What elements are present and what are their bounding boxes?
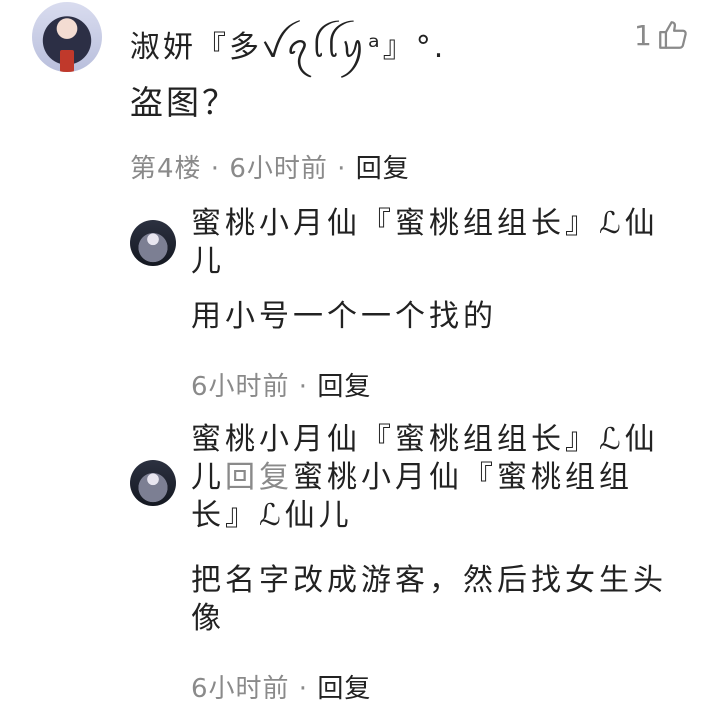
reply-author[interactable]: 蜜桃小月仙『蜜桃组组长』ℒ仙儿 <box>191 205 681 281</box>
reply-button[interactable]: 回复 <box>317 372 371 402</box>
reply-author-name[interactable]: 蜜桃小月仙『蜜桃组组长』ℒ仙儿 <box>191 206 659 279</box>
comment-meta: 第4楼 · 6小时前 · 回复 <box>130 148 410 185</box>
reply-avatar[interactable] <box>130 220 176 266</box>
reply-time: 6小时前 <box>191 674 290 704</box>
avatar[interactable] <box>32 2 102 72</box>
reply-meta: 6小时前 · 回复 <box>191 668 371 705</box>
reply-meta: 6小时前 · 回复 <box>191 366 371 403</box>
meta-separator: · <box>289 674 318 704</box>
reply-avatar[interactable] <box>130 460 176 506</box>
comment-username[interactable]: 淑妍『多ꪜꪖꪶꪶꪗᵃ』°. <box>130 18 446 81</box>
reply-word: 回复 <box>225 460 293 495</box>
meta-separator: · <box>201 154 230 184</box>
meta-separator: · <box>289 372 318 402</box>
reply-header: 蜜桃小月仙『蜜桃组组长』ℒ仙儿回复蜜桃小月仙『蜜桃组组长』ℒ仙儿 <box>191 421 681 535</box>
reply-button[interactable]: 回复 <box>356 154 410 184</box>
comment-time: 6小时前 <box>229 154 328 184</box>
reply-button[interactable]: 回复 <box>317 674 371 704</box>
reply-text: 用小号一个一个找的 <box>191 299 497 334</box>
floor-label: 第4楼 <box>130 154 202 184</box>
reply-time: 6小时前 <box>191 372 290 402</box>
like-count: 1 <box>634 18 652 52</box>
meta-separator: · <box>327 154 356 184</box>
thumbs-up-icon[interactable] <box>656 18 690 52</box>
reply-text: 把名字改成游客，然后找女生头像 <box>191 563 667 636</box>
comment-text: 盗图？ <box>130 83 238 122</box>
like-button[interactable]: 1 <box>634 18 690 52</box>
